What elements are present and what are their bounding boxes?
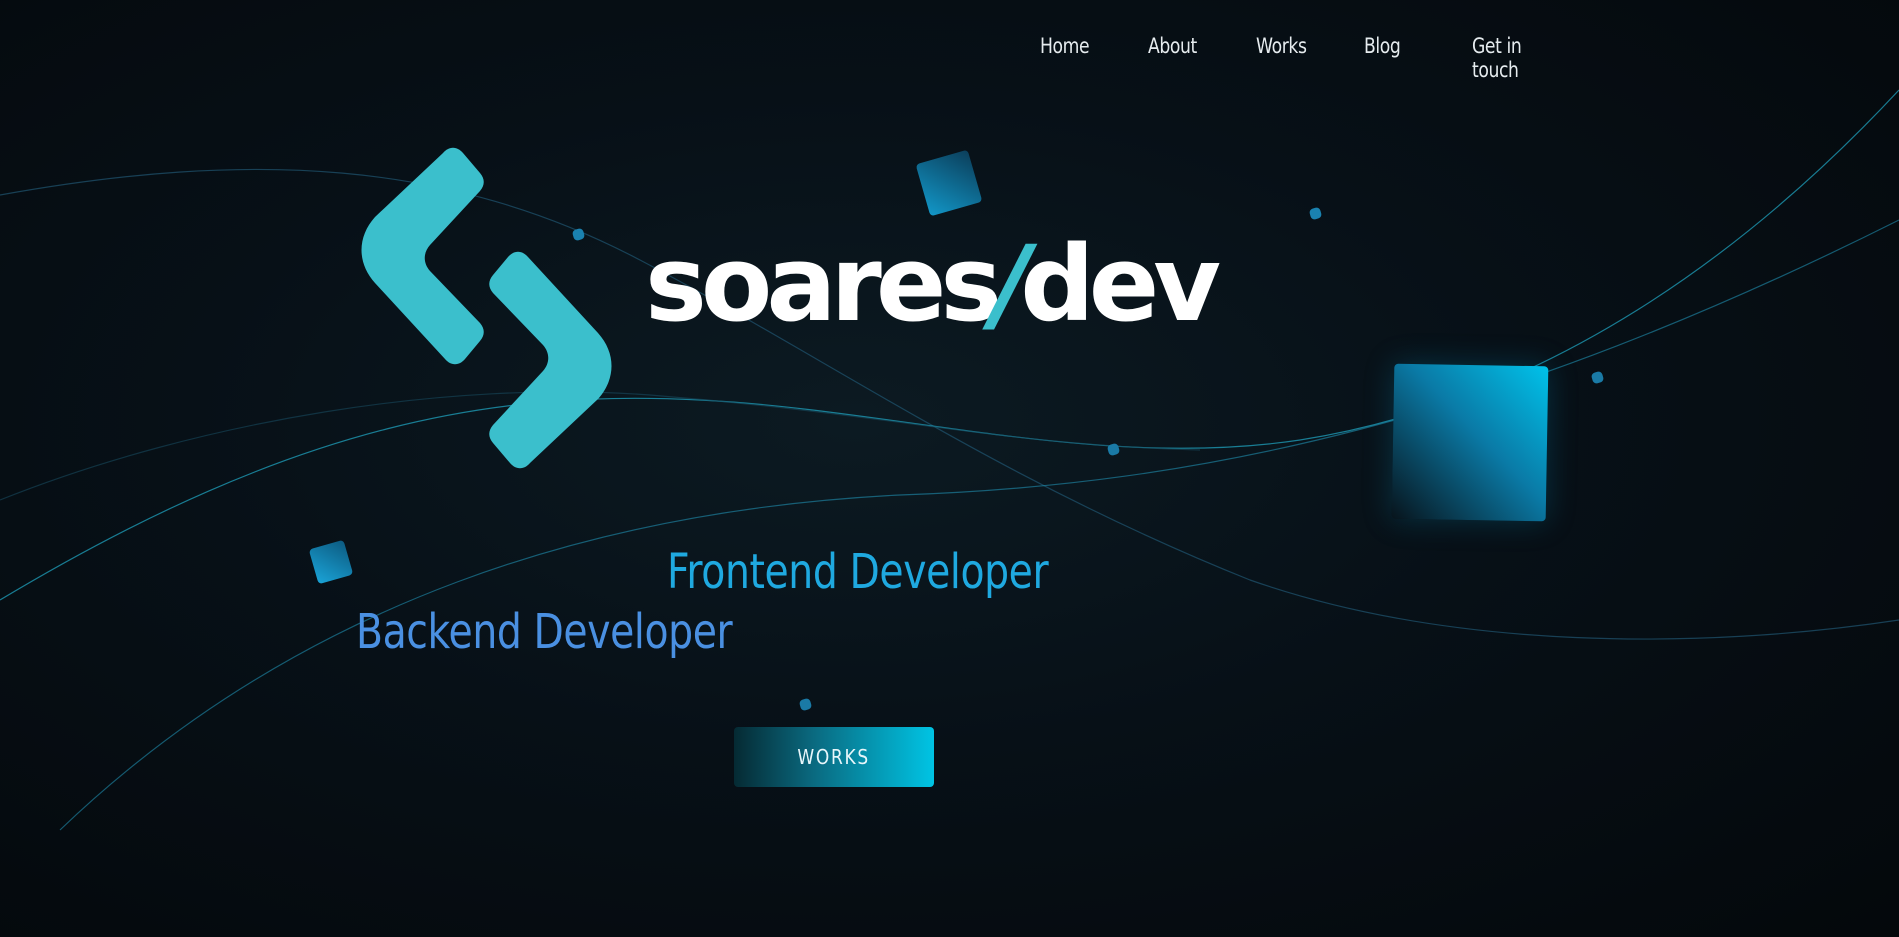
brand-name-part2: dev	[1020, 223, 1221, 345]
nav-about-link[interactable]: About	[1148, 34, 1197, 82]
works-button[interactable]: WORKS	[734, 727, 934, 787]
role-frontend: Frontend Developer	[667, 544, 1049, 600]
nav-works-link[interactable]: Works	[1256, 34, 1307, 82]
decorative-cube-large	[1391, 363, 1549, 522]
background-wave-lines	[0, 89, 1899, 831]
nav-blog-link[interactable]: Blog	[1364, 34, 1413, 82]
nav-home-link[interactable]: Home	[1040, 34, 1090, 82]
brand-wordmark: soares/dev	[645, 232, 1221, 336]
logo-mark-icon	[361, 147, 612, 469]
main-nav: Home About Works Blog Get in touch	[1040, 34, 1580, 82]
works-button-label: WORKS	[797, 745, 871, 769]
brand-name-part1: soares	[645, 223, 1002, 345]
nav-get-in-touch-link[interactable]: Get in touch	[1472, 34, 1561, 82]
role-backend: Backend Developer	[356, 604, 733, 660]
